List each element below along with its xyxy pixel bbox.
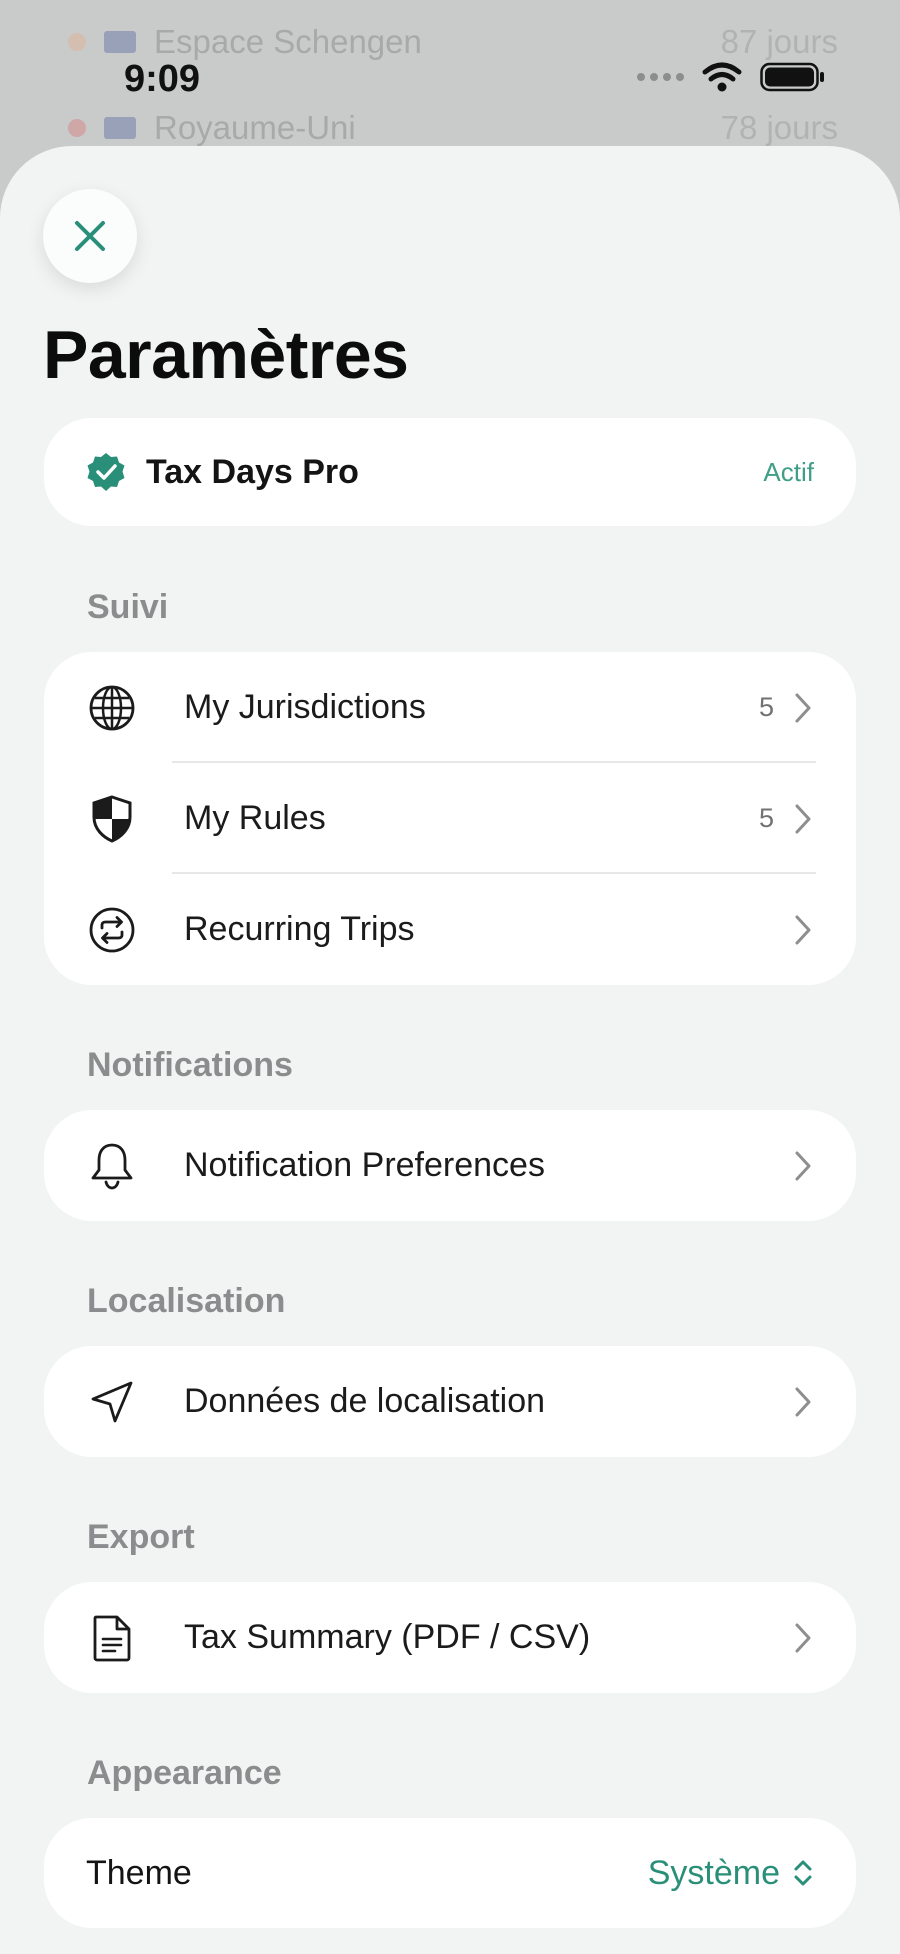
close-button[interactable] (43, 189, 137, 283)
section-label-appearance: Appearance (87, 1754, 282, 1792)
pro-subscription-card[interactable]: Tax Days Pro Actif (44, 418, 856, 526)
location-data-row[interactable]: Données de localisation (44, 1346, 856, 1457)
bell-icon (86, 1140, 138, 1192)
cellular-signal-icon (637, 73, 684, 81)
tax-summary-label: Tax Summary (PDF / CSV) (184, 1618, 591, 1656)
section-label-suivi: Suivi (87, 588, 169, 626)
globe-icon (86, 682, 138, 734)
chevron-right-icon (792, 1149, 814, 1183)
jurisdictions-count: 5 (758, 692, 774, 722)
status-dot (68, 119, 86, 137)
chevron-right-icon (792, 802, 814, 836)
theme-picker-value[interactable]: Système (648, 1854, 780, 1893)
location-data-label: Données de localisation (184, 1382, 546, 1420)
wifi-icon (702, 62, 742, 92)
export-card: Tax Summary (PDF / CSV) (44, 1582, 856, 1693)
status-dot (68, 33, 86, 51)
rules-count: 5 (758, 803, 774, 833)
pro-title: Tax Days Pro (146, 452, 359, 491)
section-label-notifications: Notifications (87, 1046, 293, 1084)
flag-icon (104, 117, 136, 139)
notification-preferences-label: Notification Preferences (184, 1146, 545, 1184)
appearance-card: Theme Système (44, 1818, 856, 1928)
status-bar-time: 9:09 (124, 58, 201, 100)
document-icon (86, 1612, 138, 1664)
notifications-card: Notification Preferences (44, 1110, 856, 1221)
chevron-right-icon (792, 691, 814, 725)
shield-icon (86, 793, 138, 845)
status-bar-icons (637, 62, 826, 92)
close-icon (75, 221, 105, 251)
theme-row[interactable]: Theme Système (44, 1818, 856, 1928)
battery-icon (760, 62, 824, 92)
chevron-right-icon (792, 913, 814, 947)
background-row-days: 87 jours (720, 23, 838, 60)
background-row-name: Espace Schengen (154, 23, 422, 60)
rules-row[interactable]: My Rules 5 (44, 763, 856, 874)
page-title: Paramètres (43, 317, 409, 393)
recurring-trips-row[interactable]: Recurring Trips (44, 874, 856, 985)
pro-status-badge: Actif (763, 456, 814, 487)
chevron-right-icon (792, 1621, 814, 1655)
settings-sheet: Paramètres Tax Days Pro Actif Suivi My J… (0, 146, 900, 1954)
tax-summary-row[interactable]: Tax Summary (PDF / CSV) (44, 1582, 856, 1693)
recurring-trips-label: Recurring Trips (184, 910, 415, 948)
rules-label: My Rules (184, 799, 326, 837)
suivi-card: My Jurisdictions 5 My Rules 5 Recurring … (44, 652, 856, 985)
notification-preferences-row[interactable]: Notification Preferences (44, 1110, 856, 1221)
background-row-name: Royaume-Uni (154, 109, 356, 146)
jurisdictions-row[interactable]: My Jurisdictions 5 (44, 652, 856, 763)
flag-icon (104, 31, 136, 53)
screen: Espace Schengen 87 jours Royaume-Uni 78 … (0, 0, 900, 1954)
jurisdictions-label: My Jurisdictions (184, 688, 426, 726)
section-label-export: Export (87, 1518, 195, 1556)
chevron-right-icon (792, 1385, 814, 1419)
background-row-uk: Royaume-Uni 78 jours (68, 108, 838, 148)
background-row-days: 78 jours (720, 109, 838, 146)
localisation-card: Données de localisation (44, 1346, 856, 1457)
repeat-icon (86, 904, 138, 956)
section-label-localisation: Localisation (87, 1282, 286, 1320)
verified-badge-icon (87, 453, 125, 491)
theme-label: Theme (86, 1853, 192, 1892)
chevron-up-down-icon (794, 1860, 812, 1886)
background-row-schengen: Espace Schengen 87 jours (68, 22, 838, 62)
location-arrow-icon (86, 1376, 138, 1428)
